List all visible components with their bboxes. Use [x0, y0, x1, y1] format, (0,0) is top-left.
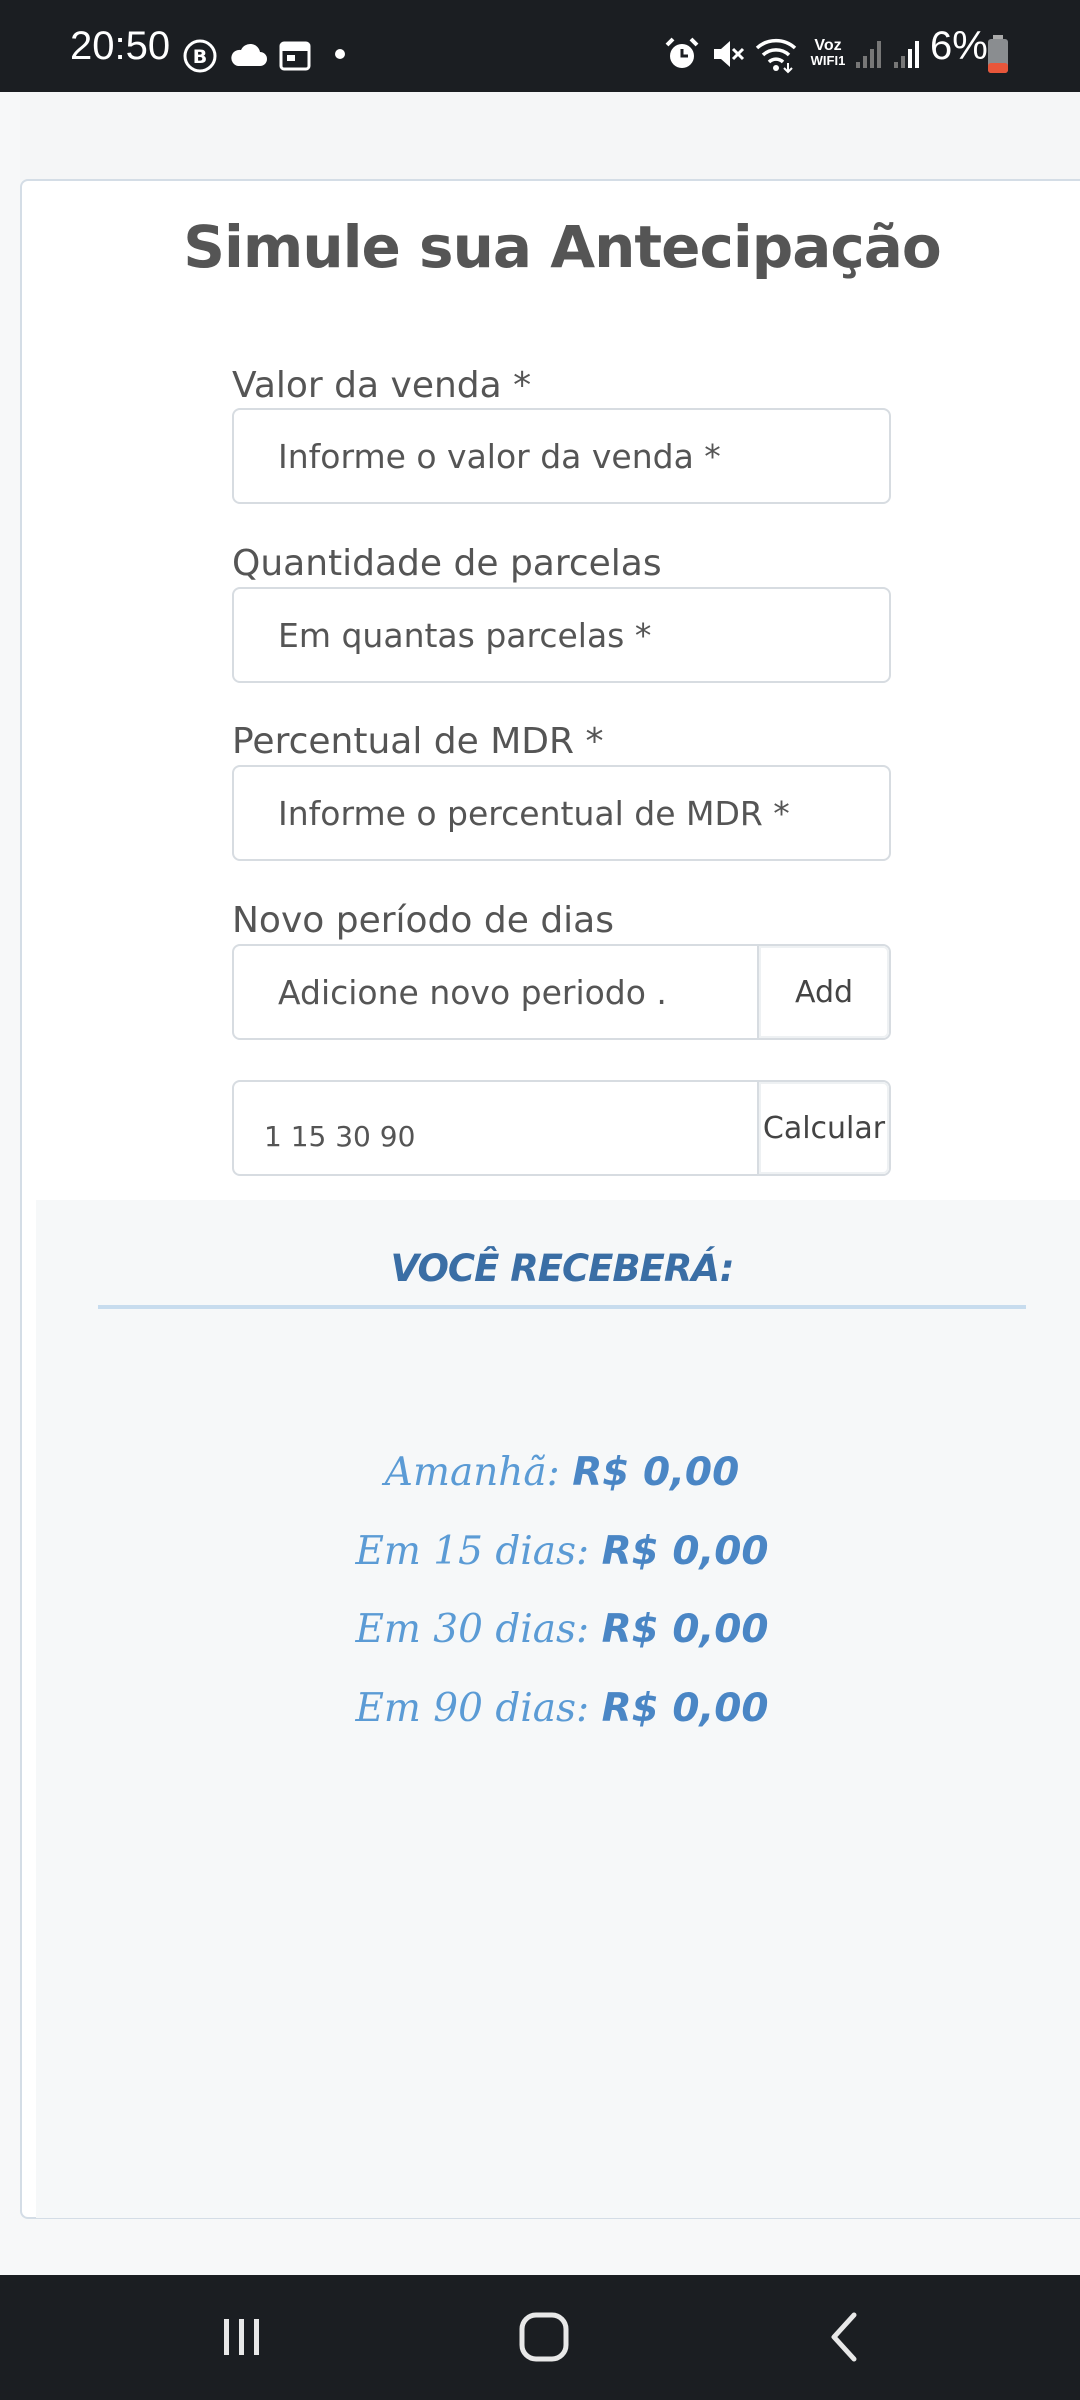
cloud-icon	[231, 43, 267, 66]
periods-value[interactable]: 1 15 30 90	[264, 1082, 415, 1174]
recents-button[interactable]	[202, 2305, 282, 2369]
result-label: Em 30 dias:	[355, 1607, 590, 1652]
new-period-label: Novo período de dias	[232, 900, 614, 941]
sale-value-placeholder: Informe o valor da venda *	[278, 436, 721, 476]
status-bar: 20:50 B Voz WIFI1 6%	[0, 0, 1080, 92]
result-amount: R$ 0,00	[601, 1686, 769, 1731]
dot-icon	[335, 49, 345, 59]
result-row-15-days: Em 15 dias: R$ 0,00	[0, 1526, 1080, 1578]
result-label: Em 15 dias:	[355, 1529, 590, 1574]
battery-percent: 6%	[930, 24, 988, 68]
new-period-input[interactable]: Adicione novo periodo .	[278, 946, 667, 1038]
results-heading: VOCÊ RECEBERÁ:	[390, 1247, 734, 1290]
installments-label: Quantidade de parcelas	[232, 543, 662, 584]
installments-placeholder: Em quantas parcelas *	[278, 615, 652, 655]
calculate-button[interactable]: Calcular	[757, 1082, 889, 1174]
mdr-input[interactable]: Informe o percentual de MDR *	[232, 765, 891, 861]
add-period-button[interactable]: Add	[757, 946, 889, 1038]
sale-value-input[interactable]: Informe o valor da venda *	[232, 408, 891, 504]
result-row-30-days: Em 30 dias: R$ 0,00	[0, 1604, 1080, 1656]
result-row-tomorrow: Amanhã: R$ 0,00	[0, 1447, 1080, 1499]
installments-input[interactable]: Em quantas parcelas *	[232, 587, 891, 683]
navigation-bar	[0, 2275, 1080, 2400]
result-amount: R$ 0,00	[601, 1607, 769, 1652]
back-icon	[831, 2312, 857, 2362]
new-period-group: Adicione novo periodo . Add	[232, 944, 891, 1040]
wifi-calling-label: Voz WIFI1	[810, 37, 846, 69]
page-top-strip	[20, 92, 1080, 180]
sale-value-label: Valor da venda *	[232, 365, 532, 406]
wifi-icon	[755, 38, 797, 74]
mute-icon	[714, 41, 745, 67]
result-amount: R$ 0,00	[572, 1450, 740, 1495]
battery-icon	[988, 35, 1008, 73]
page-title: Simule sua Antecipação	[183, 213, 941, 281]
back-button[interactable]	[806, 2305, 886, 2369]
mdr-label: Percentual de MDR *	[232, 721, 604, 762]
signal-icon	[894, 41, 919, 68]
bottom-gap	[0, 2219, 1080, 2275]
recents-icon	[224, 2319, 259, 2355]
mdr-placeholder: Informe o percentual de MDR *	[278, 793, 790, 833]
svg-text:B: B	[193, 46, 207, 68]
result-label: Amanhã:	[384, 1450, 560, 1495]
result-row-90-days: Em 90 dias: R$ 0,00	[0, 1683, 1080, 1735]
home-button[interactable]	[504, 2305, 584, 2369]
periods-group: 1 15 30 90 Calcular	[232, 1080, 891, 1176]
signal-icon	[856, 41, 881, 68]
calendar-icon	[279, 41, 311, 71]
b-circle-icon: B	[183, 39, 217, 73]
result-label: Em 90 dias:	[355, 1686, 590, 1731]
home-icon	[519, 2312, 569, 2362]
result-amount: R$ 0,00	[601, 1529, 769, 1574]
status-time: 20:50	[70, 24, 171, 68]
alarm-icon	[665, 37, 699, 68]
results-divider	[98, 1305, 1026, 1309]
